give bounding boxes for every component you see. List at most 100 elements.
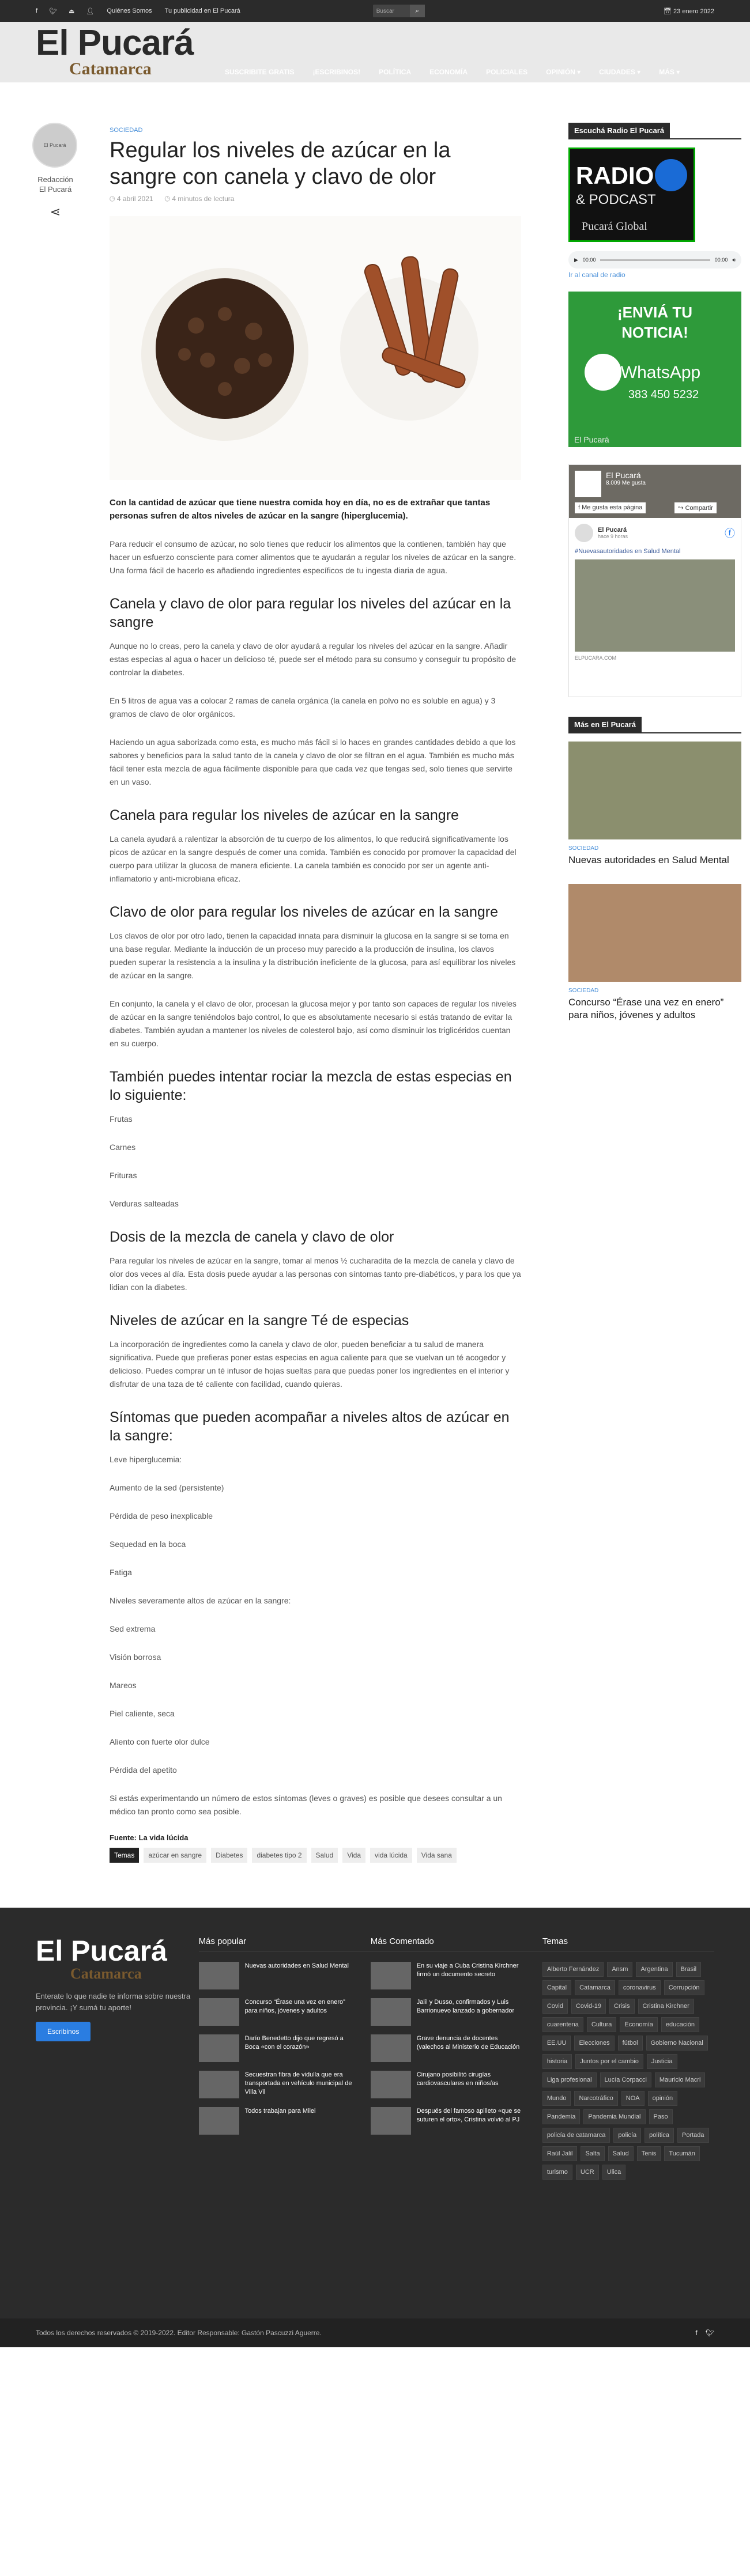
footer-tag[interactable]: Justicia bbox=[646, 2054, 677, 2069]
radio-link[interactable]: Ir al canal de radio bbox=[568, 271, 741, 279]
footer-post[interactable]: Todos trabajan para Milei bbox=[198, 2107, 371, 2135]
footer-tag[interactable]: Ansm bbox=[607, 1962, 633, 1977]
footer-post[interactable]: Secuestran fibra de vidulla que era tran… bbox=[198, 2071, 371, 2098]
footer-tag[interactable]: Corrupción bbox=[664, 1980, 704, 1995]
footer-tag[interactable]: Mauricio Macri bbox=[654, 2072, 706, 2087]
footer-post[interactable]: Después del famoso apilleto «que se sutu… bbox=[370, 2107, 542, 2135]
footer-post[interactable]: Jalil y Dusso, confirmados y Luis Barrio… bbox=[370, 1998, 542, 2026]
sidebar-card[interactable]: Sociedad Nuevas autoridades en Salud Men… bbox=[568, 742, 741, 867]
footer-write-button[interactable]: Escribinos bbox=[36, 2022, 91, 2041]
post-title[interactable]: Concurso “Érase una vez en enero” para n… bbox=[245, 1998, 355, 2026]
post-title[interactable]: Cirujano posibilitó cirugías cardiovascu… bbox=[417, 2071, 526, 2098]
nav-politica[interactable]: Política bbox=[379, 68, 411, 76]
nav-escribinos[interactable]: ¡Escribinos! bbox=[312, 68, 360, 76]
footer-tag[interactable]: Covid-19 bbox=[571, 1999, 606, 2014]
footer-tag[interactable]: Narcotráfico bbox=[574, 2091, 618, 2106]
footer-tag[interactable]: Lucía Corpacci bbox=[600, 2072, 651, 2087]
card-image[interactable] bbox=[568, 884, 741, 982]
sidebar-card[interactable]: Sociedad Concurso “Érase una vez en ener… bbox=[568, 884, 741, 1022]
post-thumbnail[interactable] bbox=[370, 1962, 411, 1989]
tag[interactable]: Diabetes bbox=[211, 1848, 248, 1863]
footer-tag[interactable]: Pandemia Mundial bbox=[583, 2109, 646, 2124]
footer-tag[interactable]: Pandemia bbox=[542, 2109, 581, 2124]
footer-post[interactable]: En su viaje a Cuba Cristina Kirchner fir… bbox=[370, 1962, 542, 1989]
footer-tag[interactable]: Salta bbox=[581, 2146, 605, 2161]
nav-opinion[interactable]: Opinión ▾ bbox=[546, 68, 581, 76]
footer-tag[interactable]: turismo bbox=[542, 2165, 572, 2180]
footer-post[interactable]: Nuevas autoridades en Salud Mental bbox=[198, 1962, 371, 1989]
facebook-icon[interactable]: f bbox=[695, 2329, 697, 2337]
footer-tag[interactable]: Catamarca bbox=[575, 1980, 615, 1995]
article-category[interactable]: Sociedad bbox=[110, 127, 521, 134]
fb-page-avatar[interactable] bbox=[575, 471, 601, 497]
post-title[interactable]: Jalil y Dusso, confirmados y Luis Barrio… bbox=[417, 1998, 526, 2026]
fb-like-button[interactable]: f Me gusta esta página bbox=[575, 502, 646, 513]
nav-ciudades[interactable]: Ciudades ▾ bbox=[599, 68, 640, 76]
tag[interactable]: Vida bbox=[342, 1848, 366, 1863]
card-image[interactable] bbox=[568, 742, 741, 839]
post-thumbnail[interactable] bbox=[370, 2034, 411, 2062]
topbar-link-quienes[interactable]: Quiénes Somos bbox=[107, 7, 152, 14]
tag[interactable]: diabetes tipo 2 bbox=[252, 1848, 307, 1863]
radio-banner[interactable]: RADIO & PODCAST Pucará Global bbox=[568, 147, 695, 242]
footer-tag[interactable]: Capital bbox=[542, 1980, 572, 1995]
footer-tag[interactable]: Elecciones bbox=[574, 2036, 615, 2051]
footer-post[interactable]: Darío Benedetto dijo que regresó a Boca … bbox=[198, 2034, 371, 2062]
footer-tag[interactable]: coronavirus bbox=[618, 1980, 661, 1995]
footer-tag[interactable]: policía de catamarca bbox=[542, 2128, 610, 2143]
post-title[interactable]: Grave denuncia de docentes (valechos al … bbox=[417, 2034, 526, 2062]
footer-tag[interactable]: Tucumán bbox=[664, 2146, 700, 2161]
footer-tag[interactable]: historia bbox=[542, 2054, 572, 2069]
fb-post-image[interactable] bbox=[575, 559, 735, 652]
footer-tag[interactable]: Paso bbox=[649, 2109, 673, 2124]
search-input[interactable]: Buscar bbox=[373, 8, 410, 14]
audio-progress[interactable] bbox=[600, 259, 710, 261]
post-thumbnail[interactable] bbox=[198, 2034, 239, 2062]
nav-suscribite[interactable]: Suscribite gratis bbox=[225, 68, 294, 76]
fb-post-author[interactable]: El Pucará bbox=[598, 527, 628, 534]
site-logo[interactable]: El Pucará Catamarca bbox=[36, 25, 194, 78]
avatar[interactable]: El Pucará bbox=[32, 123, 77, 168]
tag[interactable]: azúcar en sangre bbox=[144, 1848, 207, 1863]
footer-tag[interactable]: Portada bbox=[677, 2128, 709, 2143]
footer-tag[interactable]: Brasil bbox=[676, 1962, 702, 1977]
tag[interactable]: Vida sana bbox=[416, 1848, 457, 1863]
footer-tag[interactable]: EE.UU bbox=[542, 2036, 571, 2051]
footer-tag[interactable]: policía bbox=[613, 2128, 642, 2143]
footer-tag[interactable]: Cultura bbox=[586, 2017, 617, 2032]
footer-tag[interactable]: Juntos por el cambio bbox=[575, 2054, 643, 2069]
footer-tag[interactable]: Cristina Kirchner bbox=[638, 1999, 694, 2014]
footer-tag[interactable]: Mundo bbox=[542, 2091, 571, 2106]
nav-economia[interactable]: Economía bbox=[429, 68, 468, 76]
footer-post[interactable]: Cirujano posibilitó cirugías cardiovascu… bbox=[370, 2071, 542, 2098]
post-title[interactable]: Darío Benedetto dijo que regresó a Boca … bbox=[245, 2034, 355, 2062]
tag[interactable]: vida lúcida bbox=[370, 1848, 412, 1863]
footer-tag[interactable]: política bbox=[645, 2128, 674, 2143]
footer-tag[interactable]: Alberto Fernández bbox=[542, 1962, 604, 1977]
footer-tag[interactable]: NOA bbox=[621, 2091, 645, 2106]
card-title[interactable]: Nuevas autoridades en Salud Mental bbox=[568, 854, 741, 867]
post-title[interactable]: Nuevas autoridades en Salud Mental bbox=[245, 1962, 355, 1989]
footer-tag[interactable]: fútbol bbox=[617, 2036, 643, 2051]
post-title[interactable]: Secuestran fibra de vidulla que era tran… bbox=[245, 2071, 355, 2098]
footer-logo[interactable]: El Pucará Catamarca bbox=[36, 1936, 199, 1983]
post-title[interactable]: Después del famoso apilleto «que se sutu… bbox=[417, 2107, 526, 2135]
post-thumbnail[interactable] bbox=[198, 1998, 239, 2026]
user-icon[interactable]: 👤︎ bbox=[86, 7, 94, 15]
footer-post[interactable]: Concurso “Érase una vez en enero” para n… bbox=[198, 1998, 371, 2026]
post-thumbnail[interactable] bbox=[198, 2071, 239, 2098]
footer-tag[interactable]: Argentina bbox=[636, 1962, 673, 1977]
search-icon[interactable]: ⌕ bbox=[409, 5, 425, 17]
whatsapp-banner[interactable]: ¡ENVIÁ TU NOTICIA! WhatsApp 383 450 5232… bbox=[568, 292, 741, 447]
post-title[interactable]: Todos trabajan para Milei bbox=[245, 2107, 355, 2135]
facebook-icon[interactable]: f bbox=[36, 7, 37, 14]
footer-tag[interactable]: Covid bbox=[542, 1999, 568, 2014]
footer-tag[interactable]: educación bbox=[661, 2017, 700, 2032]
footer-tag[interactable]: cuarentena bbox=[542, 2017, 583, 2032]
post-thumbnail[interactable] bbox=[198, 2107, 239, 2135]
search-box[interactable]: Buscar ⌕ bbox=[372, 5, 425, 17]
fb-share-button[interactable]: ↪ Compartir bbox=[674, 502, 717, 513]
footer-tag[interactable]: Ulica bbox=[602, 2165, 626, 2180]
post-thumbnail[interactable] bbox=[198, 1962, 239, 1989]
footer-tag[interactable]: opinión bbox=[647, 2091, 678, 2106]
